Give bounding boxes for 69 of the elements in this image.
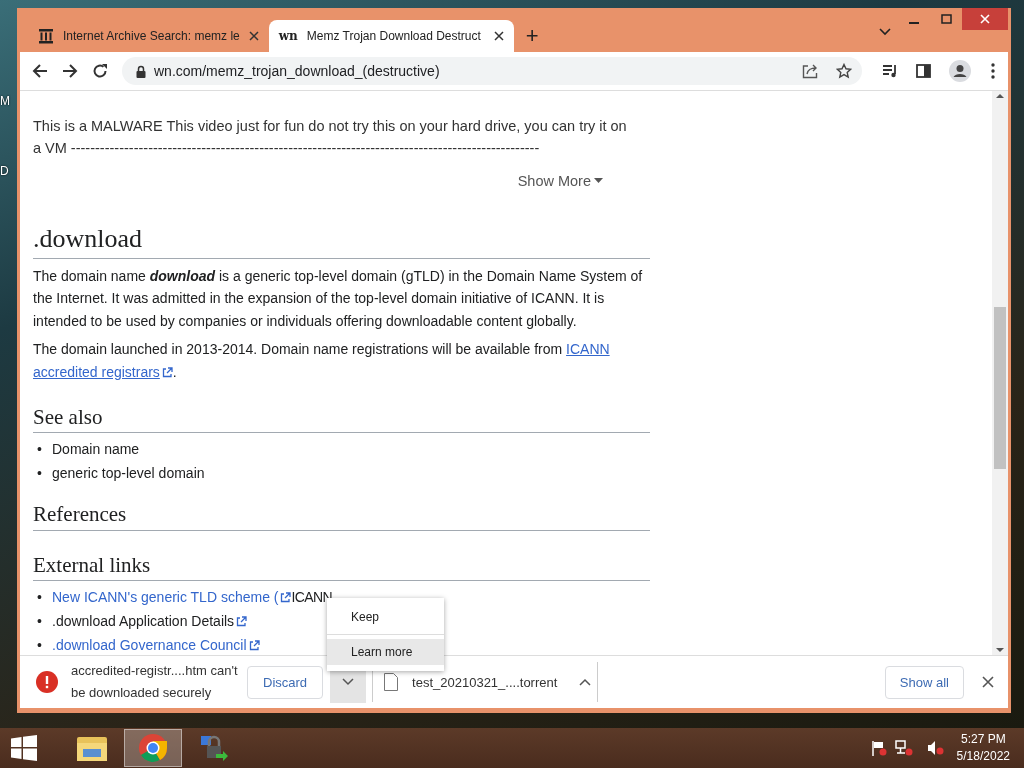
scrollbar-thumb[interactable] [994,307,1006,469]
show-more-button[interactable]: Show More [517,173,603,189]
windows-logo-icon [11,735,37,761]
section-heading: See also [33,404,650,434]
download-filename[interactable]: test_20210321_....torrent [412,674,558,690]
scrollbar[interactable] [992,91,1008,655]
taskbar-button[interactable] [124,729,182,767]
discard-button[interactable]: Discard [247,665,324,699]
close-icon[interactable] [982,676,994,688]
chrome-icon [138,733,168,763]
section-heading: References [33,501,650,531]
list-text: generic top-level domain [52,464,205,484]
bullet: • [37,635,43,655]
share-icon[interactable] [802,63,818,79]
link[interactable]: New ICANN's generic TLD scheme ( [52,588,279,605]
link[interactable]: accredited registrars [33,363,160,380]
minimize-icon [909,22,919,24]
chevron-down-icon [342,678,355,686]
menu-item[interactable]: Learn more [327,639,444,665]
error-icon [36,671,58,693]
desktop-icon-label[interactable]: M [0,94,10,108]
file-icon [384,673,399,691]
close-icon [980,14,990,24]
speaker-muted-icon[interactable] [926,740,945,756]
network-icon[interactable] [894,740,913,756]
download-warning: accredited-registr....htm can't be downloaded securely [71,662,239,702]
star-icon[interactable] [836,63,852,79]
lock-icon [136,64,146,78]
back-icon[interactable] [32,63,48,79]
close-icon[interactable] [493,31,504,41]
media-control-icon[interactable] [882,64,898,78]
paragraph: The domain name download is a generic top-level domain (gTLD) in the Domain Name System of the Internet. It was admitted in the expansion of the top-level domain initiative of ICANN. It is intended to be used by companies or individuals offering downloadable content globally. [33,266,644,331]
show-all-button[interactable]: Show all [884,665,964,699]
scroll-down-icon[interactable] [996,645,1004,655]
bullet: • [37,464,43,484]
site-logo: wn [278,29,298,43]
link[interactable]: ICANN [566,341,610,357]
reload-icon[interactable] [92,63,108,79]
chevron-down-icon[interactable] [879,28,891,36]
paragraph: The domain launched in 2013-2014. Domain name registrations will be available from ICANN accredited registrars . [33,340,611,382]
maximize-icon [940,14,952,24]
clock[interactable]: 5:27 PM 5/18/2022 [956,731,1010,765]
lock-network-icon [199,733,229,763]
list-text: .download Application Details [52,611,235,631]
caret-up-icon[interactable] [579,678,592,686]
forward-icon[interactable] [62,63,78,79]
menu-icon[interactable] [991,63,995,79]
profile-avatar-icon[interactable] [949,60,971,82]
flag-icon[interactable] [870,740,887,756]
bullet: • [37,611,43,631]
caret-icon [594,178,603,184]
browser-tab[interactable]: wn Memz Trojan Download Destruct [268,20,514,52]
section-heading: .download [33,223,650,259]
desktop-icon-label[interactable]: D [0,164,9,178]
browser-tab[interactable]: Internet Archive Search: memz le [28,20,269,52]
building-icon [38,28,54,44]
scroll-up-icon[interactable] [996,91,1004,101]
video-description: This is a MALWARE This video just for fun do not try this on your hard drive, you can try it on a VM ------------------------------------------------------------------------------------------------- [33,117,628,158]
section-heading: External links [33,551,650,581]
menu-item[interactable]: Keep [327,604,444,630]
new-tab-button[interactable]: + [525,25,539,47]
bullet: • [37,587,43,607]
close-button[interactable] [962,8,1008,30]
side-panel-icon[interactable] [916,64,931,78]
bullet: • [37,440,43,460]
address-bar[interactable]: wn.com/memz_trojan_download_(destructive) [122,57,862,85]
list-text: Domain name [52,440,140,460]
close-icon[interactable] [248,31,259,41]
link[interactable]: .download Governance Council [52,636,247,653]
